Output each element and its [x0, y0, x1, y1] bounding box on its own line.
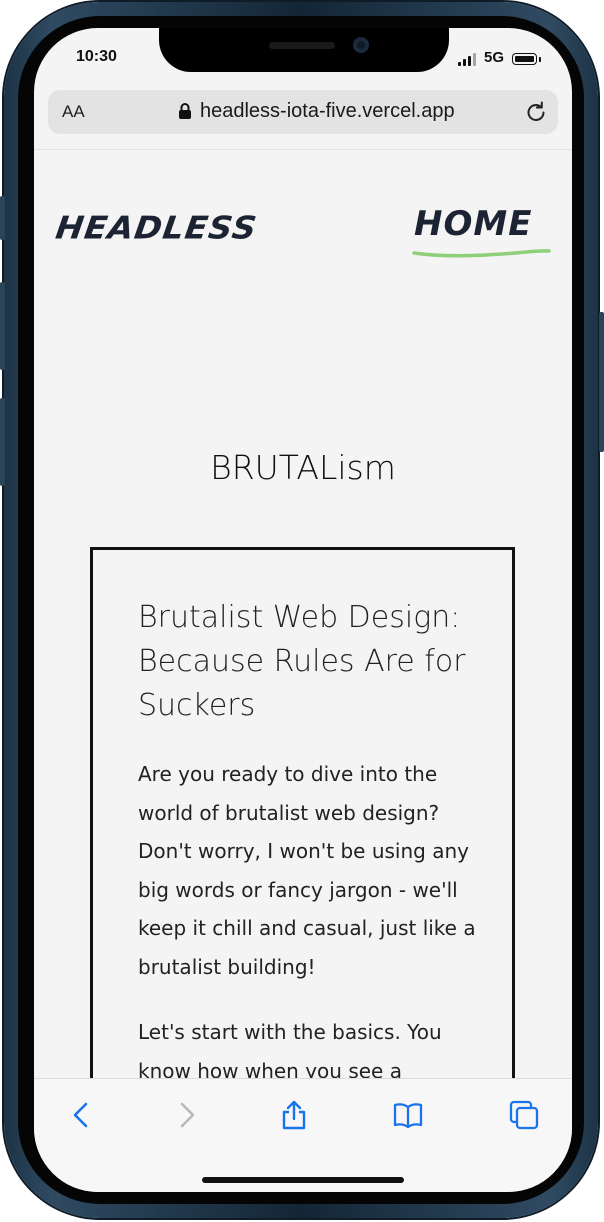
- site-logo[interactable]: HEADLESS: [53, 209, 259, 246]
- silent-switch: [0, 196, 5, 240]
- volume-down-button: [0, 398, 5, 486]
- power-button: [599, 312, 604, 452]
- address-bar[interactable]: AA headless-iota-five.vercel.app: [48, 90, 558, 134]
- share-icon[interactable]: [278, 1099, 310, 1131]
- post-title[interactable]: Brutalist Web Design: Because Rules Are …: [138, 596, 468, 728]
- battery-cap: [539, 57, 541, 62]
- nav-home-link[interactable]: HOME: [414, 204, 532, 244]
- volume-up-button: [0, 282, 5, 370]
- camera: [353, 37, 369, 53]
- signal-icon: [458, 52, 480, 66]
- page-title: BRUTALism: [210, 448, 396, 487]
- nav-underline: [412, 249, 551, 258]
- screen: 10:30 5G AA headless-iota-five.vercel.ap…: [34, 28, 572, 1192]
- forward-icon[interactable]: [170, 1099, 202, 1131]
- battery-icon: [512, 53, 537, 65]
- browser-toolbar: [34, 1078, 572, 1192]
- post-paragraph: Are you ready to dive into the world of …: [138, 762, 476, 979]
- tabs-icon[interactable]: [508, 1099, 540, 1131]
- bookmarks-icon[interactable]: [392, 1099, 424, 1131]
- url-text[interactable]: headless-iota-five.vercel.app: [200, 100, 455, 123]
- speaker: [269, 42, 335, 49]
- address-bar-divider: [34, 149, 572, 150]
- network-label: 5G: [484, 49, 505, 66]
- lock-icon: [179, 103, 191, 119]
- status-time: 10:30: [76, 48, 117, 65]
- text-size-button[interactable]: AA: [62, 102, 85, 122]
- notch: [159, 28, 449, 72]
- home-indicator: [202, 1177, 404, 1183]
- reload-icon[interactable]: [524, 100, 548, 124]
- back-icon[interactable]: [66, 1099, 98, 1131]
